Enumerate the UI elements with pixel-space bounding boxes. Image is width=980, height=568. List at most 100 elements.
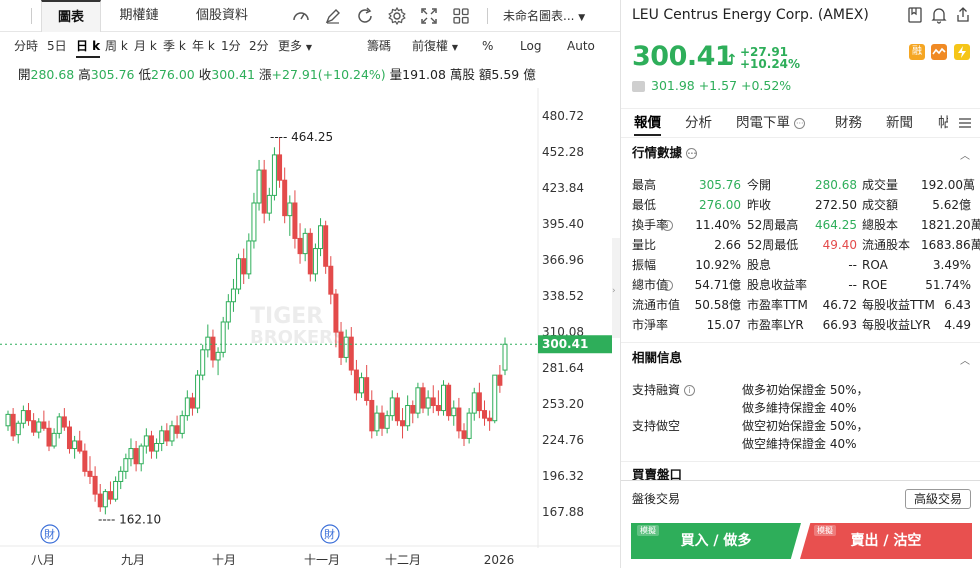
candlestick-chart[interactable]: TIGERBROKERS 480.72 452.28 423.84 395.40 366.… bbox=[0, 88, 620, 568]
quote-key: 市盈率TTM bbox=[747, 298, 808, 312]
bell-icon[interactable] bbox=[930, 6, 948, 24]
info-icon[interactable]: i bbox=[662, 220, 673, 231]
quote-value: 49.40 bbox=[822, 238, 857, 252]
period-1min[interactable]: 1分 bbox=[221, 33, 241, 59]
period-month-k[interactable]: 月 k bbox=[134, 33, 157, 59]
period-more[interactable]: 更多 ▼ bbox=[278, 33, 312, 59]
y-tick-label: 281.64 bbox=[542, 361, 584, 375]
quote-key: 流通市值 bbox=[632, 298, 681, 312]
info-icon[interactable]: i bbox=[683, 385, 695, 396]
info-icon[interactable]: i bbox=[662, 280, 673, 291]
trend-icon[interactable] bbox=[931, 44, 947, 60]
tab-stock-profile[interactable]: 個股資料 bbox=[184, 0, 260, 32]
percent-toggle[interactable]: % bbox=[482, 33, 493, 59]
candle-body bbox=[20, 410, 26, 424]
quote-value: 305.76 bbox=[699, 178, 741, 192]
draw-icon[interactable] bbox=[323, 6, 343, 26]
chart-pane: 圖表 期權鏈 個股資料 未命名圖表... ▼ 分時 5日 日 k 周 k 月 k… bbox=[0, 0, 620, 568]
candle-body bbox=[497, 374, 503, 386]
bookmark-icon[interactable] bbox=[906, 6, 924, 24]
quick-order-label: 閃電下單 bbox=[736, 115, 790, 131]
period-5d[interactable]: 5日 bbox=[47, 33, 67, 59]
toolbar-divider bbox=[31, 8, 32, 24]
candle-body bbox=[348, 336, 354, 371]
candle-body bbox=[338, 331, 344, 358]
candle-body bbox=[282, 179, 288, 217]
candle-body bbox=[476, 392, 482, 412]
candle-body bbox=[230, 288, 236, 303]
settings-icon[interactable] bbox=[387, 6, 407, 26]
lightning-icon[interactable] bbox=[954, 44, 970, 60]
quote-value: 11.40% bbox=[695, 218, 741, 232]
sell-button[interactable]: 模擬 賣出 / 沽空 bbox=[800, 523, 972, 559]
period-year-k[interactable]: 年 k bbox=[192, 33, 215, 59]
sell-button-label: 賣出 / 沽空 bbox=[850, 533, 922, 549]
quote-key: 最低 bbox=[632, 198, 657, 212]
chips-toggle[interactable]: 籌碼 bbox=[367, 33, 391, 59]
tab-posts[interactable]: 帖 bbox=[938, 109, 948, 137]
chart-layout-select[interactable]: 未命名圖表... ▼ bbox=[503, 0, 585, 32]
tab-options-chain[interactable]: 期權鏈 bbox=[108, 0, 170, 32]
tab-financials[interactable]: 財務 bbox=[835, 109, 862, 137]
candle-body bbox=[107, 491, 113, 500]
period-week-k[interactable]: 周 k bbox=[105, 33, 128, 59]
candle-body bbox=[502, 343, 508, 371]
candle-body bbox=[256, 169, 262, 204]
chevron-down-icon: ▼ bbox=[578, 13, 586, 23]
candle-body bbox=[77, 440, 83, 452]
buy-button-label: 買入 / 做多 bbox=[680, 533, 752, 549]
tab-quick-order[interactable]: 閃電下單 ··· bbox=[736, 109, 806, 137]
quote-pane: LEU Centrus Energy Corp. (AMEX) 300.41 ↑… bbox=[621, 0, 980, 568]
candle-body bbox=[487, 417, 493, 422]
chevron-up-icon[interactable]: ︿ bbox=[960, 147, 970, 162]
related-info-section[interactable]: 相關信息 bbox=[632, 348, 682, 368]
quote-key: 最高 bbox=[632, 178, 657, 192]
period-2min[interactable]: 2分 bbox=[249, 33, 269, 59]
tab-news[interactable]: 新聞 bbox=[886, 109, 913, 137]
buy-button[interactable]: 模擬 買入 / 做多 bbox=[631, 523, 801, 559]
x-tick-label: 十二月 bbox=[385, 553, 421, 567]
candle-body bbox=[323, 225, 329, 267]
market-data-section[interactable]: 行情數據 ··· bbox=[632, 143, 698, 163]
low-annotation: ---- 162.10 bbox=[98, 512, 161, 526]
chevron-up-icon[interactable]: ︿ bbox=[960, 352, 970, 367]
candle-body bbox=[241, 258, 247, 275]
change-value: +27.91(+10.24%) bbox=[271, 67, 386, 82]
grid-layout-icon[interactable] bbox=[451, 6, 471, 26]
period-day-k[interactable]: 日 k bbox=[76, 33, 101, 59]
tab-quote[interactable]: 報價 bbox=[634, 109, 661, 137]
share-icon[interactable] bbox=[954, 6, 972, 24]
more-dots-icon: ··· bbox=[794, 118, 806, 129]
caret-down-icon: ▼ bbox=[451, 43, 458, 52]
candle-body bbox=[195, 374, 201, 409]
candle-body bbox=[466, 412, 472, 439]
log-toggle[interactable]: Log bbox=[520, 33, 541, 59]
margin-badge[interactable]: 融 bbox=[909, 44, 925, 60]
tab-analysis[interactable]: 分析 bbox=[685, 109, 712, 137]
candle-body bbox=[312, 248, 318, 275]
market-data-title: 行情數據 bbox=[632, 145, 683, 160]
period-quarter-k[interactable]: 季 k bbox=[163, 33, 186, 59]
x-tick-label: 十一月 bbox=[304, 553, 340, 567]
quote-tabs: 報價 分析 閃電下單 ··· 財務 新聞 帖 bbox=[621, 108, 980, 138]
candle-body bbox=[164, 430, 170, 442]
menu-icon[interactable] bbox=[958, 116, 972, 133]
candle-body bbox=[261, 169, 267, 214]
candle-body bbox=[41, 421, 47, 429]
auto-toggle[interactable]: Auto bbox=[567, 33, 595, 59]
tab-chart[interactable]: 圖表 bbox=[41, 0, 101, 32]
candle-body bbox=[148, 435, 154, 452]
candle-body bbox=[72, 440, 78, 450]
advanced-trade-button[interactable]: 高級交易 bbox=[905, 489, 971, 509]
last-price: 300.41 bbox=[632, 41, 734, 72]
gauge-icon[interactable] bbox=[291, 6, 311, 26]
high-annotation: ---- 464.25 bbox=[270, 130, 333, 144]
adjustment-select[interactable]: 前復權 ▼ bbox=[412, 33, 458, 59]
quote-value: 192.00萬 bbox=[921, 178, 975, 192]
refresh-icon[interactable] bbox=[355, 6, 375, 26]
candle-body bbox=[36, 421, 42, 433]
stock-name: LEU Centrus Energy Corp. bbox=[632, 7, 814, 23]
watermark-text: BROKERS bbox=[250, 327, 346, 348]
period-intraday[interactable]: 分時 bbox=[14, 33, 38, 59]
fullscreen-icon[interactable] bbox=[419, 6, 439, 26]
